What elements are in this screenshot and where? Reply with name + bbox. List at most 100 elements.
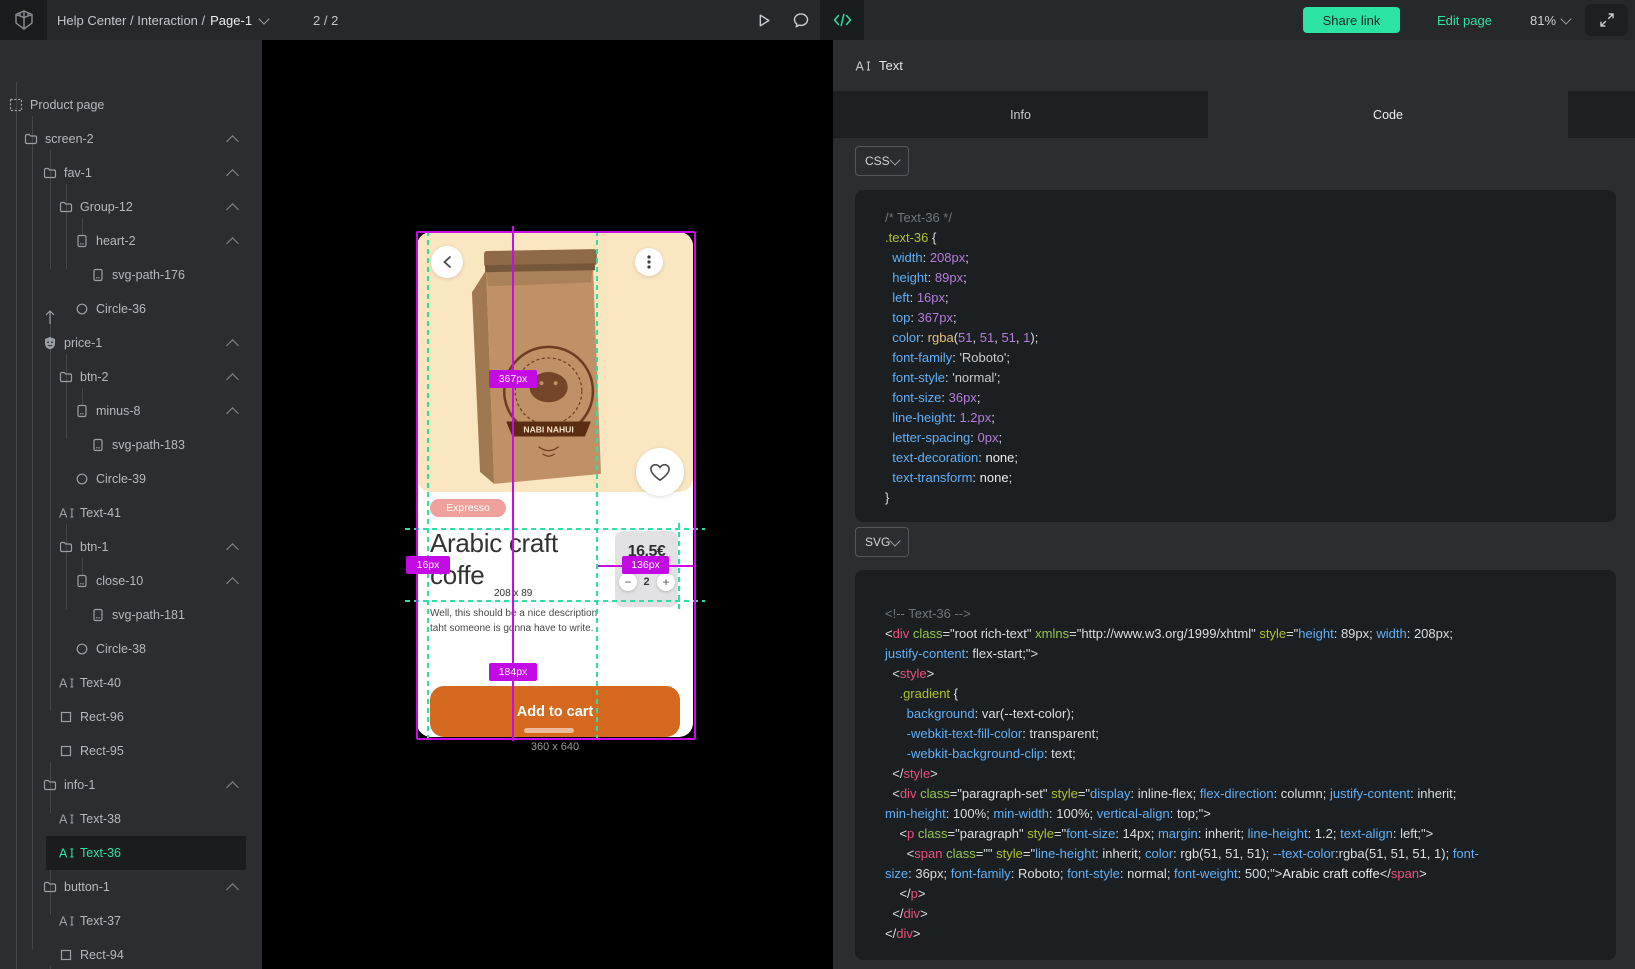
inspector-title: Text: [879, 58, 903, 73]
svg-code-block: <!-- Text-36 --><div class="root rich-te…: [855, 570, 1616, 960]
code-icon: [833, 12, 852, 28]
layer-row-Rect-96[interactable]: Rect-96: [0, 700, 246, 734]
layer-row-btn-2[interactable]: btn-2: [0, 360, 246, 394]
file-layer-icon: [75, 234, 90, 248]
layer-row-Rect-94[interactable]: Rect-94: [0, 938, 246, 969]
comment-icon: [792, 11, 810, 29]
play-button[interactable]: [750, 0, 776, 40]
measure-badge-left: 16px: [406, 556, 450, 574]
layer-row-Product page[interactable]: Product page: [0, 88, 246, 122]
breadcrumb-page: Page-1: [210, 13, 252, 28]
file-layer-icon: [75, 574, 90, 588]
layer-label: screen-2: [45, 132, 94, 146]
layer-row-Circle-39[interactable]: Circle-39: [0, 462, 246, 496]
layer-label: Text-41: [80, 506, 121, 520]
collapse-chevron-icon[interactable]: [226, 237, 239, 250]
collapse-chevron-icon[interactable]: [226, 373, 239, 386]
collapse-chevron-icon[interactable]: [226, 577, 239, 590]
css-language-select[interactable]: CSS: [855, 146, 909, 176]
collapse-chevron-icon[interactable]: [226, 339, 239, 352]
layer-row-info-1[interactable]: info-1: [0, 768, 246, 802]
code-line: font-style: 'normal';: [885, 368, 1616, 388]
layer-row-Text-37[interactable]: AText-37: [0, 904, 246, 938]
code-line: min-height: 100%; min-width: 100%; verti…: [885, 804, 1616, 824]
svg-language-select[interactable]: SVG: [855, 527, 909, 557]
layer-row-screen-2[interactable]: screen-2: [0, 122, 246, 156]
layer-row-btn-1[interactable]: btn-1: [0, 530, 246, 564]
collapse-chevron-icon[interactable]: [226, 407, 239, 420]
layer-label: Rect-94: [80, 948, 124, 962]
layer-row-button-1[interactable]: button-1: [0, 870, 246, 904]
code-line: <p class="paragraph" style="font-size: 1…: [885, 824, 1616, 844]
layer-row-Circle-36[interactable]: Circle-36: [0, 292, 246, 326]
zoom-select[interactable]: 81%: [1530, 0, 1570, 40]
svg-select-chevron-icon: [889, 535, 900, 546]
layer-label: info-1: [64, 778, 95, 792]
tab-info[interactable]: Info: [833, 91, 1208, 138]
fullscreen-button[interactable]: [1585, 4, 1628, 36]
collapse-chevron-icon[interactable]: [226, 883, 239, 896]
layer-tree: Product page screen-2 fav-1 Group-12 heart-2…: [0, 40, 246, 969]
layer-row-close-10[interactable]: close-10: [0, 564, 246, 598]
code-mode-button[interactable]: [820, 0, 864, 40]
layer-row-heart-2[interactable]: heart-2: [0, 224, 246, 258]
collapse-chevron-icon[interactable]: [226, 169, 239, 182]
page-dropdown-chevron-icon[interactable]: [258, 13, 269, 24]
code-line: background: var(--text-color);: [885, 704, 1616, 724]
layer-row-Text-36[interactable]: AText-36: [0, 836, 246, 870]
layer-label: Circle-38: [96, 642, 146, 656]
file-layer-icon: [75, 404, 90, 418]
selected-row-highlight: [46, 836, 246, 870]
inspector-tabs: Info Code: [833, 91, 1635, 138]
comment-button[interactable]: [788, 0, 814, 40]
layer-label: fav-1: [64, 166, 92, 180]
layer-label: price-1: [64, 336, 102, 350]
layer-row-Text-40[interactable]: AText-40: [0, 666, 246, 700]
collapse-chevron-icon[interactable]: [226, 781, 239, 794]
folder-layer-icon: [43, 880, 58, 894]
layer-label: Circle-36: [96, 302, 146, 316]
file-layer-icon: [91, 438, 106, 452]
layer-row-price-1[interactable]: price-1: [0, 326, 246, 360]
code-line: text-decoration: none;: [885, 448, 1616, 468]
collapse-chevron-icon[interactable]: [226, 543, 239, 556]
folder-layer-icon: [24, 132, 39, 146]
layer-label: svg-path-176: [112, 268, 185, 282]
collapse-chevron-icon[interactable]: [226, 203, 239, 216]
edit-page-link[interactable]: Edit page: [1437, 0, 1492, 40]
code-line: size: 36px; font-family: Roboto; font-st…: [885, 864, 1616, 884]
canvas: NABI NAHUI Expresso Arabic craft coffe W…: [262, 40, 833, 969]
layer-row-Text-41[interactable]: AText-41: [0, 496, 246, 530]
share-link-button[interactable]: Share link: [1303, 7, 1400, 33]
layer-label: Rect-96: [80, 710, 124, 724]
layer-row-Group-12[interactable]: Group-12: [0, 190, 246, 224]
layer-label: heart-2: [96, 234, 136, 248]
layer-label: Text-37: [80, 914, 121, 928]
circle-layer-icon: [75, 472, 90, 486]
layers-panel: Product page screen-2 fav-1 Group-12 heart-2…: [0, 40, 262, 969]
code-line: color: rgba(51, 51, 51, 1);: [885, 328, 1616, 348]
app-logo[interactable]: [0, 0, 47, 40]
layer-row-minus-8[interactable]: minus-8: [0, 394, 246, 428]
layer-row-Circle-38[interactable]: Circle-38: [0, 632, 246, 666]
breadcrumb[interactable]: Help Center / Interaction / Page-1: [57, 0, 268, 40]
svg-text:A: A: [59, 813, 68, 827]
collapse-chevron-icon[interactable]: [226, 135, 239, 148]
layer-label: btn-1: [80, 540, 109, 554]
measure-badge-top: 367px: [489, 370, 537, 388]
frame-size-label: 360 x 640: [417, 741, 693, 753]
layer-label: Circle-39: [96, 472, 146, 486]
layer-row-svg-path-183[interactable]: svg-path-183: [0, 428, 246, 462]
svg-text:A: A: [59, 677, 68, 691]
tab-code[interactable]: Code: [1208, 91, 1568, 138]
folder-layer-icon: [59, 540, 74, 554]
code-line: </style>: [885, 764, 1616, 784]
layer-row-svg-path-181[interactable]: svg-path-181: [0, 598, 246, 632]
layer-row-Text-38[interactable]: AText-38: [0, 802, 246, 836]
inspector-header: A Text: [833, 40, 1635, 91]
layer-row-svg-path-176[interactable]: svg-path-176: [0, 258, 246, 292]
text-layer-icon: A: [59, 676, 74, 690]
layer-row-Rect-95[interactable]: Rect-95: [0, 734, 246, 768]
layer-row-fav-1[interactable]: fav-1: [0, 156, 246, 190]
inspector-panel: A Text Info Code CSS /* Text-36 */.text-…: [833, 40, 1635, 969]
